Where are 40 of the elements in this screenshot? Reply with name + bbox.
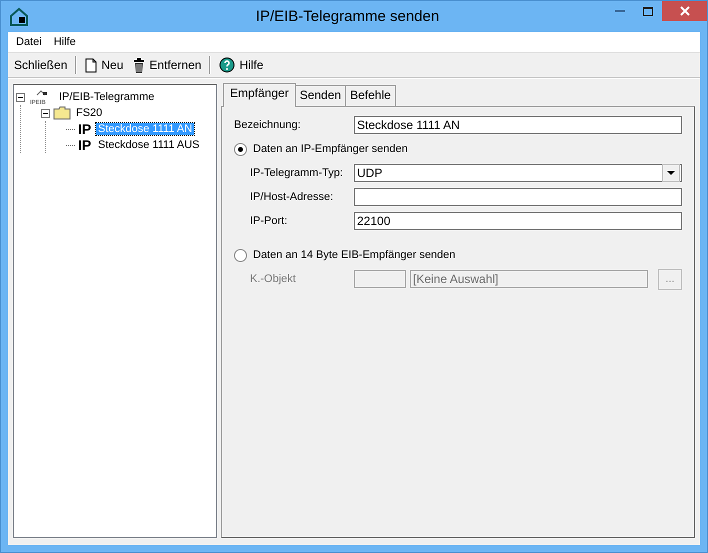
field-label: K.-Objekt (249, 273, 297, 285)
close-icon (680, 6, 690, 16)
tab[interactable]: Empfänger (223, 83, 296, 107)
input-field[interactable]: 22100 (354, 212, 682, 230)
window-title: IP/EIB-Telegramme senden (254, 8, 440, 25)
menu-item[interactable]: Datei (10, 36, 48, 48)
ip-label: IP (78, 137, 92, 153)
tab[interactable]: Befehle (345, 85, 396, 106)
input-field[interactable] (354, 270, 406, 288)
tree-item[interactable]: FS20 (74, 107, 104, 119)
radio-button[interactable] (234, 142, 247, 156)
collapse-icon[interactable] (16, 92, 25, 102)
menu-item[interactable]: Hilfe (48, 36, 82, 48)
toolbar-button[interactable]: Entfernen (129, 55, 206, 75)
radio-label: Daten an 14 Byte EIB-Empfänger senden (253, 249, 456, 261)
radio-button[interactable] (234, 248, 247, 262)
dropdown[interactable]: UDP (354, 164, 682, 182)
toolbar-button[interactable]: Schließen (10, 55, 72, 75)
trash-icon (133, 58, 146, 72)
folder-icon (53, 106, 71, 120)
input-field[interactable]: Steckdose 1111 AN (354, 116, 682, 134)
tree-item[interactable]: IP/EIB-Telegramme (57, 91, 156, 103)
maximize-icon (643, 6, 653, 16)
close-button[interactable] (662, 1, 707, 21)
caret-icon (667, 171, 675, 175)
house-icon (9, 6, 29, 26)
field-label: Bezeichnung: (234, 119, 302, 131)
minimize-icon (615, 10, 625, 12)
document-icon (85, 58, 98, 72)
radio-label: Daten an IP-Empfänger senden (253, 143, 408, 155)
field-label: IP/Host-Adresse: (249, 191, 334, 203)
ip-label: IP (78, 121, 92, 137)
toolbar-button[interactable]: Hilfe (215, 55, 268, 75)
help-icon (219, 57, 236, 73)
field-label: IP-Telegramm-Typ: (249, 167, 344, 179)
tree-item[interactable]: Steckdose 1111 AUS (96, 139, 202, 151)
collapse-icon[interactable] (41, 108, 50, 118)
field-label: IP-Port: (249, 215, 288, 227)
input-field[interactable] (354, 188, 682, 206)
toolbar-button[interactable]: Neu (81, 55, 128, 75)
